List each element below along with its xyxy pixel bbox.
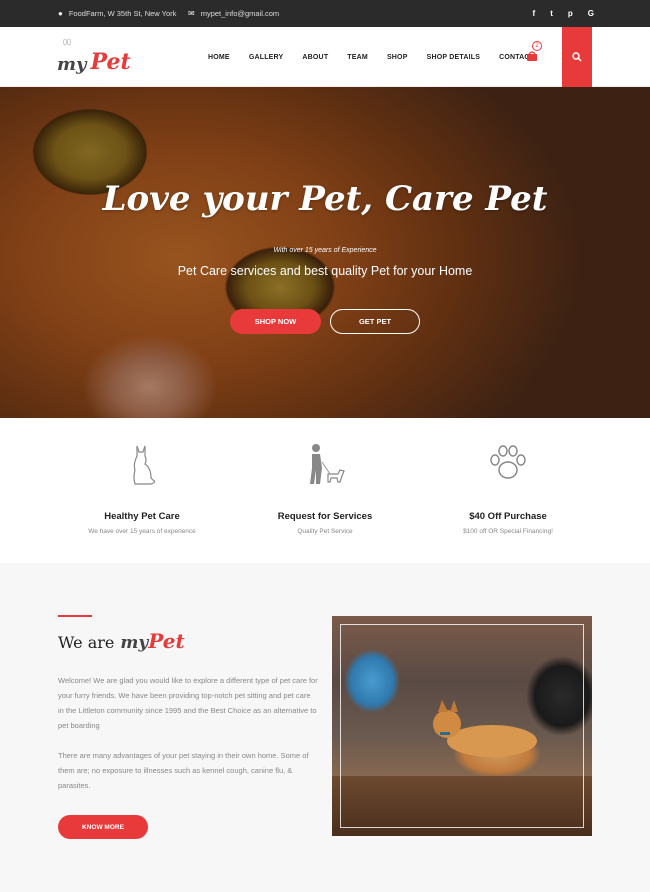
feature-title: $40 Off Purchase [469,511,547,522]
logo-pet: Pet [90,49,131,75]
about-title: We are my Pet [58,629,185,653]
know-more-button[interactable]: KNOW MORE [58,815,148,839]
feature-title: Healthy Pet Care [104,511,180,522]
cat-icon [133,445,156,485]
top-bar: ● FoodFarm, W 35th St, New York ✉ mypet_… [0,0,650,27]
envelope-icon: ✉ [188,8,195,18]
shop-now-button[interactable]: SHOP NOW [230,309,321,334]
about-title-pet: Pet [148,629,185,653]
google-plus-icon[interactable]: G [588,9,594,18]
dog-walker-icon [310,444,345,484]
about-title-we-are: We are [58,633,115,652]
email-text[interactable]: mypet_info@gmail.com [201,9,279,18]
search-icon [572,52,582,62]
cart-icon[interactable] [525,49,539,63]
nav-gallery[interactable]: GALLERY [249,54,284,61]
search-button[interactable] [562,27,592,87]
features-section: Healthy Pet Care We have over 15 years o… [0,418,650,563]
about-section: We are my Pet Welcome! We are glad you w… [0,563,650,892]
about-paragraph-1: Welcome! We are glad you would like to e… [58,676,318,730]
feature-subtitle: $100 off OR Special Financing! [463,528,553,535]
photo-frame [340,624,584,828]
about-paragraph-2: There are many advantages of your pet st… [58,751,309,790]
feature-title: Request for Services [277,511,373,522]
get-pet-button[interactable]: GET PET [330,309,420,334]
twitter-icon[interactable]: t [550,9,553,18]
main-nav: HOME GALLERY ABOUT TEAM SHOP SHOP DETAIL… [208,27,553,87]
hero-subtitle: With over 15 years of Experience [273,247,377,254]
paw-print-icon [490,445,526,479]
cart-count-badge: 2 [532,41,542,51]
nav-shop[interactable]: SHOP [387,54,408,61]
location-pin-icon: ● [58,8,63,18]
nav-home[interactable]: HOME [208,54,230,61]
nav-about[interactable]: ABOUT [302,54,328,61]
address-info: ● FoodFarm, W 35th St, New York [58,0,176,27]
about-photo [332,616,592,836]
address-text: FoodFarm, W 35th St, New York [68,9,177,18]
section-divider [58,615,92,617]
logo-my: my [57,54,87,75]
hero-title: Love your Pet, Care Pet [102,179,548,219]
hero-description: Pet Care services and best quality Pet f… [177,264,473,278]
nav-shop-details[interactable]: SHOP DETAILS [427,54,480,61]
feature-subtitle: Quality Pet Service [297,528,353,535]
hero-banner: Love your Pet, Care Pet With over 15 yea… [0,87,650,418]
feature-subtitle: We have over 15 years of experience [88,528,196,535]
email-info[interactable]: ✉ mypet_info@gmail.com [188,0,279,27]
main-header: my Pet HOME GALLERY ABOUT TEAM SHOP SHOP… [0,27,650,87]
social-links: f t p G [533,0,594,27]
pinterest-icon[interactable]: p [568,9,573,18]
nav-team[interactable]: TEAM [347,54,368,61]
facebook-icon[interactable]: f [533,9,536,18]
bunny-icon [63,39,71,46]
about-title-my: my [120,633,149,653]
site-logo[interactable]: my Pet [57,39,131,75]
